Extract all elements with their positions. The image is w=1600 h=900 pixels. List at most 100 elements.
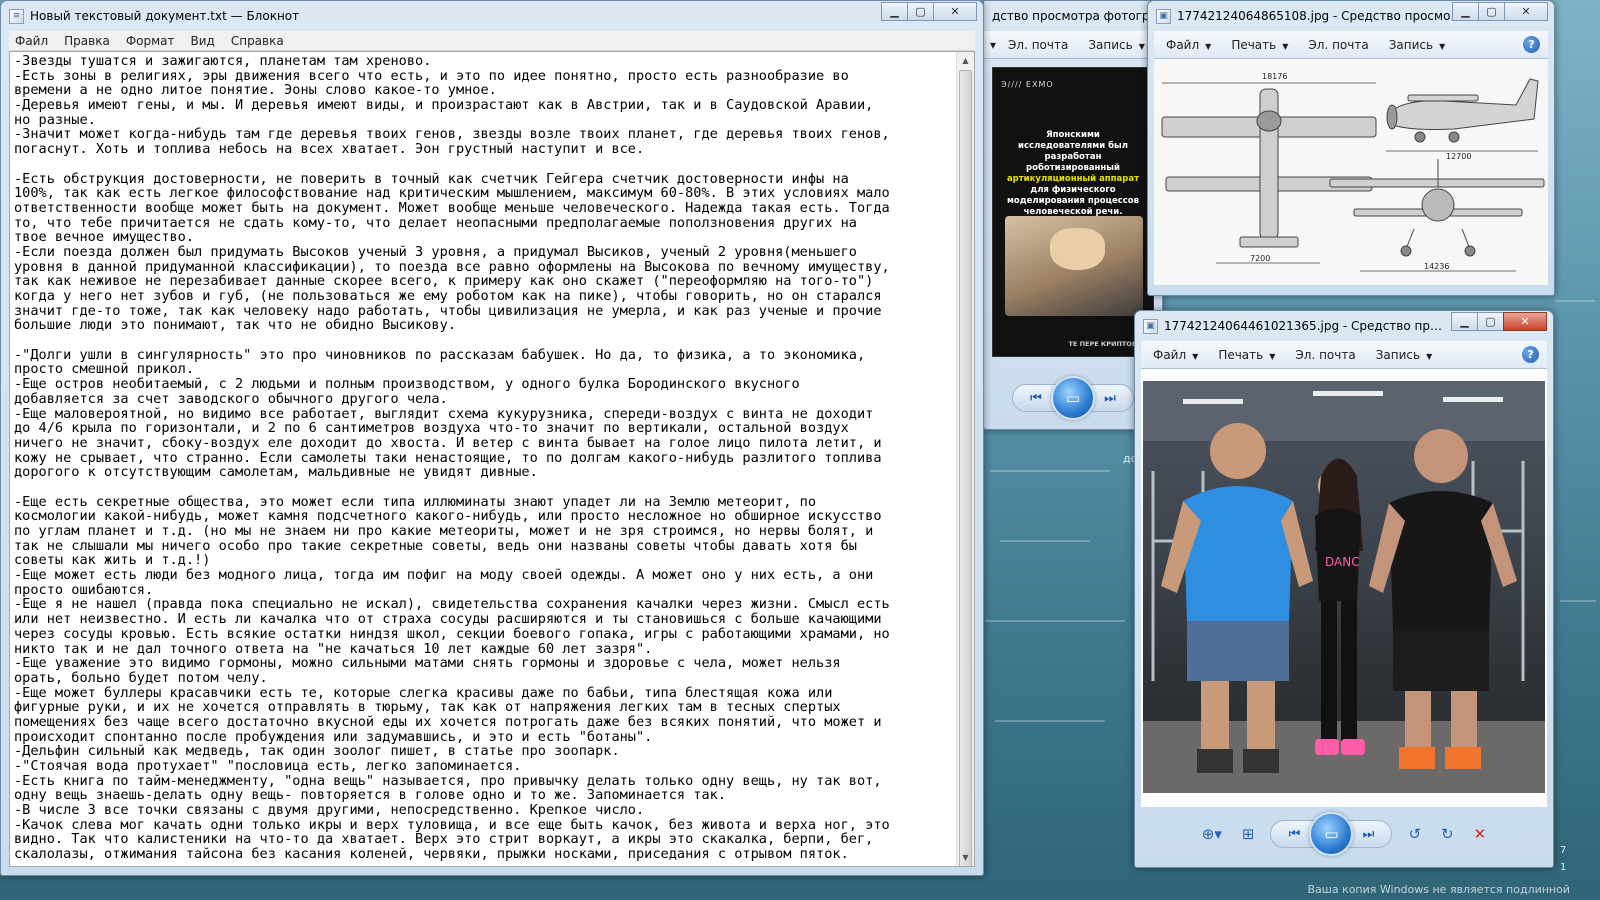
text-line: кожу не срывает, что странно. Если самол… xyxy=(14,449,882,466)
email-button[interactable]: Эл. почта xyxy=(1008,38,1068,52)
slideshow-button[interactable]: ▭ xyxy=(1309,812,1354,856)
text-line xyxy=(14,157,952,172)
text-line: -"Стоячая вода протухает" "пословица ест… xyxy=(14,758,522,774)
menu-view[interactable]: Вид xyxy=(191,34,215,48)
minimize-button[interactable]: ▁ xyxy=(1451,312,1478,331)
dropdown-arrow-icon: ▼ xyxy=(1205,41,1212,51)
rotate-left-icon[interactable]: ↺ xyxy=(1408,825,1421,843)
previous-icon[interactable]: ⏮ xyxy=(1021,387,1051,409)
viewer-toolbar: ▾ Эл. почта Запись ▼ xyxy=(984,31,1156,59)
image-canvas: 18176 7200 12700 14236 xyxy=(1154,59,1548,285)
text-line: -Деревья имеют гены, и мы. И деревья име… xyxy=(14,97,874,114)
text-line: помещениях без чаще всего достаточно вку… xyxy=(14,713,882,730)
vertical-scrollbar[interactable]: ▲ ▼ xyxy=(956,52,974,866)
actual-size-icon[interactable]: ⊞ xyxy=(1242,825,1255,843)
dropdown-arrow-icon: ▼ xyxy=(1439,41,1446,51)
file-menu[interactable]: Файл ▼ xyxy=(1153,348,1198,362)
text-line: так не слышали мы ничего особо про такие… xyxy=(14,537,857,554)
delete-icon[interactable]: ✕ xyxy=(1474,825,1487,843)
text-line: -В числе 3 все точки связаны с двумя дру… xyxy=(14,802,645,819)
text-editor-area[interactable]: -Звезды тушатся и зажигаются, планетам т… xyxy=(9,51,975,867)
email-button[interactable]: Эл. почта xyxy=(1308,38,1368,52)
close-button[interactable]: ✕ xyxy=(1503,312,1547,331)
image-canvas: DANC xyxy=(1141,369,1547,807)
dimension-wingspan: 18176 xyxy=(1262,72,1287,81)
photo-viewer-window-airplane[interactable]: ▣ 17742124064865108.jpg - Средство просм… xyxy=(1147,0,1555,296)
text-line: скалолазы, отжимания тайсона без касания… xyxy=(14,846,849,863)
text-line: твое вечное имущество. xyxy=(14,229,195,246)
maximize-button[interactable]: ▢ xyxy=(1478,2,1505,21)
menu-edit[interactable]: Правка xyxy=(64,34,110,48)
text-line: по углам планет и т.д. (но мы не знаем н… xyxy=(14,523,874,539)
headline-highlight: артикуляционный аппарат xyxy=(1006,174,1140,184)
menu-format[interactable]: Формат xyxy=(126,34,175,48)
burn-menu[interactable]: Запись ▼ xyxy=(1376,348,1433,362)
print-menu[interactable]: Печать ▼ xyxy=(1231,38,1288,52)
previous-icon[interactable]: ⏮ xyxy=(1279,823,1309,845)
minimize-button[interactable]: ▁ xyxy=(1452,2,1479,21)
email-button[interactable]: Эл. почта xyxy=(1295,348,1355,362)
close-button[interactable]: ✕ xyxy=(1504,2,1548,21)
text-line: -Есть зоны в религиях, эры движения всег… xyxy=(14,67,849,84)
menu-help[interactable]: Справка xyxy=(231,34,284,48)
minimize-button[interactable]: ▁ xyxy=(881,2,908,21)
window-controls: ▁ ▢ ✕ xyxy=(1452,2,1548,21)
notepad-window[interactable]: ≡ Новый текстовый документ.txt — Блокнот… xyxy=(0,0,984,876)
close-button[interactable]: ✕ xyxy=(933,2,977,21)
dropdown-arrow-icon: ▼ xyxy=(1426,351,1433,361)
viewer-nav-controls: ⊕▾ ⊞ ⏮ ▭ ⏭ ↺ ↻ ✕ xyxy=(1135,809,1553,859)
maximize-button[interactable]: ▢ xyxy=(1477,312,1504,331)
help-icon[interactable]: ? xyxy=(1522,346,1539,363)
slideshow-button[interactable]: ▭ xyxy=(1051,376,1095,420)
windows-activation-watermark: Ваша копия Windows не является подлинной xyxy=(1307,883,1570,896)
window-titlebar[interactable]: ≡ Новый текстовый документ.txt — Блокнот xyxy=(1,1,983,31)
help-icon[interactable]: ? xyxy=(1523,36,1540,53)
viewer-toolbar: Файл ▼ Печать ▼ Эл. почта Запись ▼ ? xyxy=(1154,31,1548,59)
text-line: -Еще может буллеры красавчики есть те, к… xyxy=(14,684,833,701)
image-file-icon: ▣ xyxy=(1156,8,1171,24)
burn-menu[interactable]: Запись ▼ xyxy=(1389,38,1446,52)
next-icon[interactable]: ⏭ xyxy=(1353,823,1383,845)
text-line: -Есть обструкция достоверности, не повер… xyxy=(14,170,849,187)
menu-file[interactable]: Файл xyxy=(15,34,48,48)
text-line: 100%, так как есть легкое философствован… xyxy=(14,185,890,202)
window-titlebar[interactable]: дство просмотра фотографий xyxy=(984,1,1162,31)
window-title: 17742124064461021365.jpg - Средство прос… xyxy=(1164,319,1449,333)
window-title: 17742124064865108.jpg - Средство просмот… xyxy=(1177,9,1467,23)
text-line: -Еще остров необитаемый, с 2 людьми и по… xyxy=(14,376,800,393)
text-line: -Еще маловероятной, но видимо все работа… xyxy=(14,405,874,422)
dropdown-arrow-icon: ▼ xyxy=(1269,351,1276,361)
text-line: дорогого к отсутствующим самолетам, маль… xyxy=(14,464,538,481)
text-line: орать, больно будет потом челу. xyxy=(14,669,268,686)
text-line: никто так и не дал точного ответа на "не… xyxy=(14,640,653,657)
dimension-front-span: 14236 xyxy=(1424,262,1449,271)
scroll-thumb[interactable] xyxy=(959,70,972,866)
text-line: до 4/6 крыла по горизонтали, и 2 по 6 са… xyxy=(14,420,849,437)
zoom-icon[interactable]: ⊕▾ xyxy=(1202,825,1222,843)
next-icon[interactable]: ⏭ xyxy=(1095,387,1125,409)
gym-photo: DANC xyxy=(1143,381,1545,793)
text-line: через сосуды кровью. Есть всякие остатки… xyxy=(14,625,890,642)
scroll-down-icon[interactable]: ▼ xyxy=(957,849,974,866)
photo-viewer-window-gym[interactable]: ▣ 17742124064461021365.jpg - Средство пр… xyxy=(1134,310,1554,868)
text-line: -Звезды тушатся и зажигаются, планетам т… xyxy=(14,54,432,69)
text-line: ответственности вообще может быть на док… xyxy=(14,199,890,216)
book-headline: Японскими исследователями был разработан… xyxy=(1003,130,1143,218)
scroll-up-icon[interactable]: ▲ xyxy=(957,52,974,69)
print-menu-label: Печать xyxy=(1231,37,1277,52)
text-line: времени а не одно литое понятие. Эоны сл… xyxy=(14,82,497,99)
document-text[interactable]: -Звезды тушатся и зажигаются, планетам т… xyxy=(14,54,952,866)
file-menu[interactable]: Файл ▼ xyxy=(1166,38,1211,52)
rotate-right-icon[interactable]: ↻ xyxy=(1441,825,1454,843)
text-line: просто смешной прикол. xyxy=(14,361,195,378)
airplane-blueprint-image: 18176 7200 12700 14236 xyxy=(1154,59,1548,285)
text-line: значит где-то тоже, так как человеку над… xyxy=(14,302,882,319)
text-line: большие люди это понимают, так что не об… xyxy=(14,317,456,334)
text-line: фигурные руки, и их не хочется отправлят… xyxy=(14,699,841,716)
toolbar-dropdown-arrow[interactable]: ▾ xyxy=(990,38,996,52)
headline-part-2: для физического моделирования процессов … xyxy=(1006,185,1140,217)
burn-button[interactable]: Запись ▼ xyxy=(1088,38,1145,52)
maximize-button[interactable]: ▢ xyxy=(907,2,934,21)
print-menu[interactable]: Печать ▼ xyxy=(1218,348,1275,362)
text-line: космологии какой-нибудь, может камня под… xyxy=(14,508,882,525)
